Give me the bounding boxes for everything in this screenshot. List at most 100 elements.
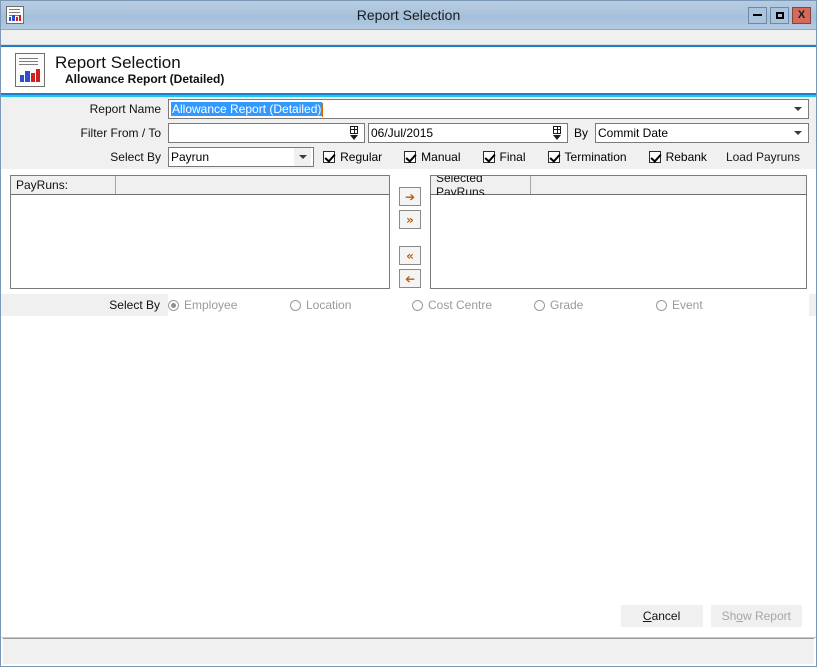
check-icon	[648, 151, 661, 163]
checkbox-termination-label: Termination	[564, 150, 627, 164]
minimize-button[interactable]	[748, 6, 767, 24]
report-chart-icon	[15, 53, 45, 87]
move-all-left-button[interactable]: «	[399, 246, 421, 265]
available-list-header: PayRuns:	[11, 176, 389, 195]
filter-range-label: Filter From / To	[80, 126, 161, 140]
radio-cost-centre[interactable]: Cost Centre	[412, 298, 534, 312]
available-list-body[interactable]	[11, 195, 389, 288]
checkbox-rebank-label: Rebank	[665, 150, 707, 164]
filter-form: Report Name Allowance Report (Detailed) …	[1, 95, 816, 169]
radio-grade[interactable]: Grade	[534, 298, 656, 312]
cancel-button[interactable]: Cancel	[620, 605, 703, 627]
page-subtitle: Allowance Report (Detailed)	[65, 71, 225, 86]
selected-payruns-list[interactable]: Selected PayRuns	[430, 175, 807, 289]
select-by-value: Payrun	[171, 150, 210, 164]
show-report-rest: w Report	[742, 609, 791, 623]
radio-employee[interactable]: Employee	[168, 298, 290, 312]
radio-event[interactable]: Event	[656, 298, 703, 312]
check-icon	[323, 151, 336, 163]
checkbox-termination[interactable]: Termination	[547, 150, 627, 164]
show-report-prefix: Sh	[721, 609, 737, 623]
text-caret	[322, 102, 324, 117]
filter-by-label: By	[574, 126, 589, 140]
selected-col-payruns: Selected PayRuns	[431, 176, 531, 199]
select-by-scope-row: Select By Employee Location Cost Centre	[1, 294, 816, 316]
radio-icon	[656, 299, 667, 311]
radio-icon	[534, 299, 545, 311]
checkbox-rebank[interactable]: Rebank	[648, 150, 707, 164]
select-by-scope-options: Employee Location Cost Centre Grade Even…	[168, 294, 809, 316]
selected-list-header: Selected PayRuns	[431, 176, 806, 199]
report-name-label: Report Name	[89, 102, 161, 116]
cancel-accel: C	[642, 609, 652, 623]
show-report-button[interactable]: Show Report	[710, 605, 802, 627]
checkbox-manual[interactable]: Manual	[404, 150, 461, 164]
checkbox-manual-label: Manual	[421, 150, 461, 164]
date-to-picker-icon[interactable]	[549, 124, 565, 142]
payrun-type-checkboxes: Regular Manual Final Termination Rebank …	[314, 147, 809, 167]
empty-content-region	[1, 316, 816, 605]
select-by-combo[interactable]: Payrun	[168, 147, 315, 167]
dialog-footer: Cancel Show Report	[1, 605, 816, 637]
cancel-rest: ancel	[651, 609, 681, 623]
checkbox-regular-label: Regular	[340, 150, 383, 164]
menu-strip	[1, 30, 816, 45]
report-name-value: Allowance Report (Detailed)	[171, 102, 323, 116]
dialog-window: Report Selection X Report Selection Allo…	[0, 0, 817, 667]
radio-employee-label: Employee	[184, 298, 238, 312]
application-window: Report Selection X Report Selection Allo…	[0, 0, 817, 667]
move-right-button[interactable]: ➔	[399, 187, 421, 206]
available-payruns-list[interactable]: PayRuns:	[10, 175, 390, 289]
report-name-row: Report Name Allowance Report (Detailed)	[1, 97, 816, 121]
page-title: Report Selection	[55, 53, 181, 73]
move-all-right-button[interactable]: »	[399, 210, 421, 229]
checkbox-regular[interactable]: Regular	[323, 150, 382, 164]
radio-cost-centre-label: Cost Centre	[428, 298, 493, 312]
payrun-transfer-area: PayRuns: ➔ » « ➔ Selected PayRuns	[1, 169, 816, 289]
dialog-client-area: Report Selection Allowance Report (Detai…	[1, 45, 816, 666]
radio-icon	[290, 299, 301, 311]
check-icon	[482, 151, 495, 163]
selected-col-blank	[531, 176, 806, 194]
date-to-input[interactable]: 06/Jul/2015	[368, 123, 568, 143]
date-from-picker-icon[interactable]	[346, 124, 362, 142]
move-left-button[interactable]: ➔	[399, 269, 421, 288]
checkbox-final[interactable]: Final	[482, 150, 526, 164]
header-text-block: Report Selection Allowance Report (Detai…	[55, 53, 224, 86]
status-bar	[3, 638, 814, 664]
chevron-down-icon[interactable]	[789, 124, 806, 142]
chevron-down-icon[interactable]	[294, 148, 312, 166]
maximize-button[interactable]	[770, 6, 789, 24]
radio-location-label: Location	[306, 298, 352, 312]
minimize-icon	[753, 14, 762, 16]
window-title: Report Selection	[356, 7, 461, 23]
report-chart-icon	[6, 6, 24, 24]
available-col-payruns: PayRuns:	[11, 176, 116, 194]
filter-range-row: Filter From / To 06/Jul/2015 By Commit D…	[1, 121, 816, 145]
window-controls: X	[748, 6, 811, 24]
date-to-value: 06/Jul/2015	[371, 126, 434, 140]
available-col-blank	[116, 176, 389, 194]
report-name-combo[interactable]: Allowance Report (Detailed)	[168, 99, 809, 119]
transfer-button-group: ➔ » « ➔	[390, 175, 430, 289]
radio-grade-label: Grade	[550, 298, 584, 312]
filter-by-combo[interactable]: Commit Date	[595, 123, 809, 143]
select-by-row: Select By Payrun Regular Manual Final Te…	[1, 145, 816, 169]
header-banner: Report Selection Allowance Report (Detai…	[1, 47, 816, 95]
radio-icon	[168, 299, 179, 311]
close-button[interactable]: X	[792, 6, 811, 24]
chevron-down-icon[interactable]	[789, 100, 806, 118]
load-payruns-button[interactable]: Load Payruns	[716, 147, 809, 167]
filter-by-value: Commit Date	[598, 126, 669, 140]
select-by-label: Select By	[110, 150, 161, 164]
maximize-icon	[775, 11, 784, 19]
date-from-input[interactable]	[168, 123, 365, 143]
checkbox-final-label: Final	[499, 150, 526, 164]
select-by-scope-label: Select By	[8, 294, 168, 316]
selected-list-body[interactable]	[431, 195, 806, 288]
check-icon	[547, 151, 560, 163]
radio-icon	[412, 299, 423, 311]
radio-location[interactable]: Location	[290, 298, 412, 312]
check-icon	[404, 151, 417, 163]
show-report-accel: o	[736, 609, 743, 623]
